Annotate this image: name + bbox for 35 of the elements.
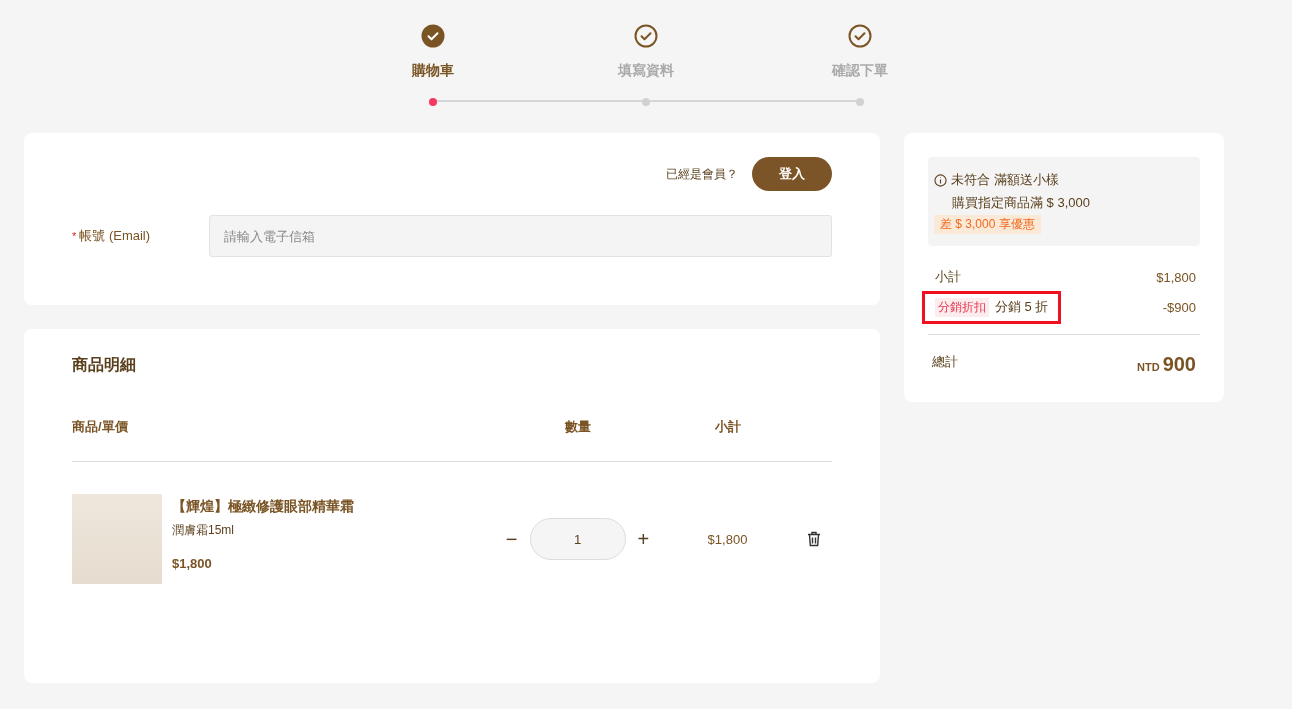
line-value: $1,800 (1156, 269, 1196, 285)
member-prompt: 已經是會員？ (666, 165, 738, 183)
delete-button[interactable] (806, 531, 821, 547)
info-icon (934, 173, 947, 187)
line-value: -$900 (1162, 299, 1196, 315)
currency-label: NTD (1137, 361, 1160, 373)
step-label: 購物車 (411, 62, 454, 80)
discount-tag: 分銷折扣 (935, 297, 989, 317)
trash-icon (806, 531, 821, 547)
email-label: * 帳號 (Email) (72, 227, 152, 245)
row-subtotal: $1,800 (707, 531, 748, 547)
decrease-button[interactable]: − (503, 527, 520, 551)
section-title: 商品明細 (72, 355, 137, 375)
check-circle-icon (847, 24, 872, 48)
increase-button[interactable]: + (635, 527, 652, 551)
line-label: 分銷 5 折 (995, 298, 1049, 316)
login-button[interactable]: 登入 (752, 157, 832, 191)
promo-title: 未符合 滿額送小樣 (951, 171, 1059, 189)
column-header: 數量 (564, 418, 591, 436)
total-label: 總計 (932, 353, 958, 371)
email-input[interactable]: 請輸入電子信箱 (209, 215, 832, 257)
total-amount: 900 (1162, 353, 1196, 376)
check-circle-icon (420, 24, 445, 48)
promo-badge: 差 $ 3,000 享優惠 (934, 215, 1041, 234)
promo-detail: 購買指定商品滿 $ 3,000 (952, 194, 1090, 212)
step-label: 填寫資料 (618, 62, 674, 80)
quantity-field[interactable]: 1 (529, 518, 626, 560)
column-header: 小計 (714, 418, 741, 436)
product-variant: 潤膚霜15ml (172, 522, 235, 539)
step-label: 確認下單 (831, 62, 888, 80)
line-label: 小計 (935, 268, 961, 286)
product-name: 【輝煌】極緻修護眼部精華霜 (172, 498, 354, 516)
column-header: 商品/單價 (72, 418, 128, 436)
check-circle-icon (634, 24, 658, 48)
product-price: $1,800 (172, 556, 213, 571)
